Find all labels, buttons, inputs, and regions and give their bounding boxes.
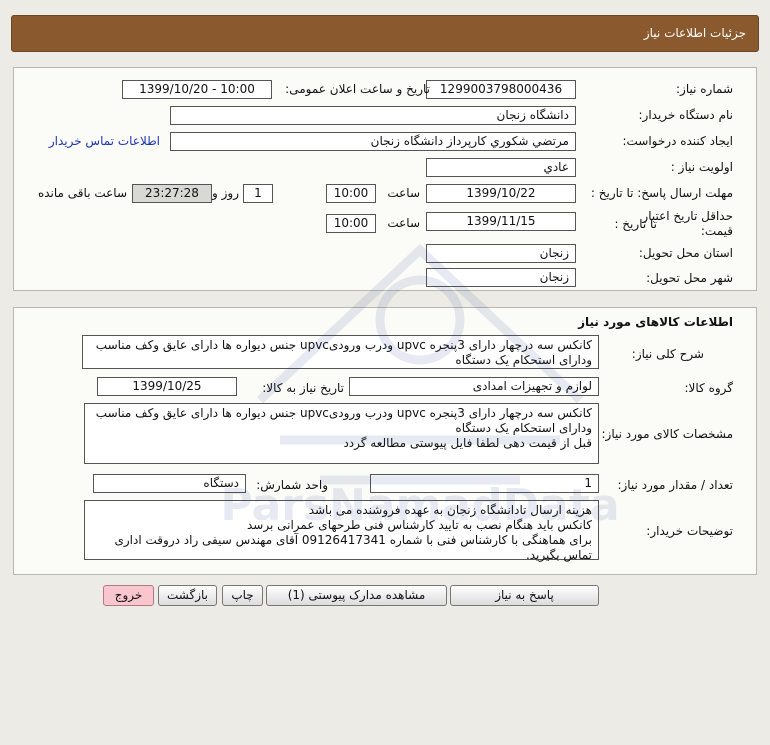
- goods-section-title: اطلاعات کالاهای مورد نیاز: [578, 315, 733, 329]
- price-validity-time-label: ساعت: [387, 216, 420, 230]
- goods-group-label: گروه کالا:: [684, 381, 734, 395]
- price-validity-label-line2: قیمت:: [700, 224, 733, 238]
- priority-field: عادي: [426, 158, 576, 177]
- price-validity-until-label: تا تاریخ :: [614, 217, 657, 231]
- reply-deadline-date: 1399/10/22: [426, 184, 576, 203]
- reply-deadline-label: مهلت ارسال پاسخ: تا تاریخ :: [590, 186, 733, 200]
- unit-label: واحد شمارش:: [256, 478, 328, 492]
- price-validity-time: 10:00: [326, 214, 376, 233]
- need-summary-label: شرح کلی نیاز:: [631, 347, 704, 361]
- exit-button[interactable]: خروج: [103, 585, 154, 606]
- print-button[interactable]: چاپ: [222, 585, 263, 606]
- need-number-field: 1299003798000436: [426, 80, 576, 99]
- goods-spec-field: کانکس سه درچهار دارای 3پنجره upvc ودرب و…: [84, 403, 599, 464]
- announce-datetime-label: تاریخ و ساعت اعلان عمومی:: [285, 82, 430, 96]
- request-creator-label: ایجاد کننده درخواست:: [622, 134, 733, 148]
- buyer-notes-label: توضیحات خریدار:: [646, 524, 733, 538]
- reply-deadline-time-label: ساعت: [387, 186, 420, 200]
- back-button[interactable]: بازگشت: [158, 585, 217, 606]
- reply-button[interactable]: پاسخ به نیاز: [450, 585, 599, 606]
- remaining-days-label: روز و: [212, 186, 239, 200]
- quantity-field: 1: [370, 474, 599, 493]
- quantity-label: تعداد / مقدار مورد نیاز:: [617, 478, 733, 492]
- delivery-city-field: زنجان: [426, 268, 576, 287]
- priority-label: اولویت نیاز :: [670, 160, 733, 174]
- buyer-org-field: دانشگاه زنجان: [170, 106, 576, 125]
- need-number-label: شماره نیاز:: [676, 82, 733, 96]
- remaining-time-field: 23:27:28: [132, 184, 212, 203]
- buyer-notes-field: هزینه ارسال تادانشگاه زنجان به عهده فروش…: [84, 500, 599, 562]
- delivery-province-label: استان محل تحویل:: [638, 246, 733, 260]
- need-date-label: تاریخ نیاز به کالا:: [262, 381, 344, 395]
- price-validity-date: 1399/11/15: [426, 212, 576, 231]
- buyer-contact-link[interactable]: اطلاعات تماس خریدار: [49, 134, 160, 148]
- delivery-city-label: شهر محل تحویل:: [646, 271, 733, 285]
- goods-spec-label: مشخصات کالای مورد نیاز:: [601, 427, 733, 441]
- view-attachments-button[interactable]: مشاهده مدارک پیوستی (1): [266, 585, 447, 606]
- remaining-days-field: 1: [243, 184, 273, 203]
- buyer-org-label: نام دستگاه خریدار:: [638, 108, 734, 122]
- page-header: جزئیات اطلاعات نیاز: [11, 15, 759, 52]
- announce-datetime-field: 1399/10/20 - 10:00: [122, 80, 272, 99]
- delivery-province-field: زنجان: [426, 244, 576, 263]
- unit-field: دستگاه: [93, 474, 246, 493]
- remaining-time-label: ساعت باقی مانده: [37, 186, 127, 200]
- need-summary-field: کانکس سه درچهار دارای 3پنجره upvc ودرب و…: [82, 335, 599, 369]
- request-creator-field: مرتضي شكوري كارپرداز دانشگاه زنجان: [170, 132, 576, 151]
- goods-group-field: لوازم و تجهیزات امدادی: [349, 377, 599, 396]
- need-date-field: 1399/10/25: [97, 377, 237, 396]
- reply-deadline-time: 10:00: [326, 184, 376, 203]
- page-title: جزئیات اطلاعات نیاز: [643, 26, 746, 40]
